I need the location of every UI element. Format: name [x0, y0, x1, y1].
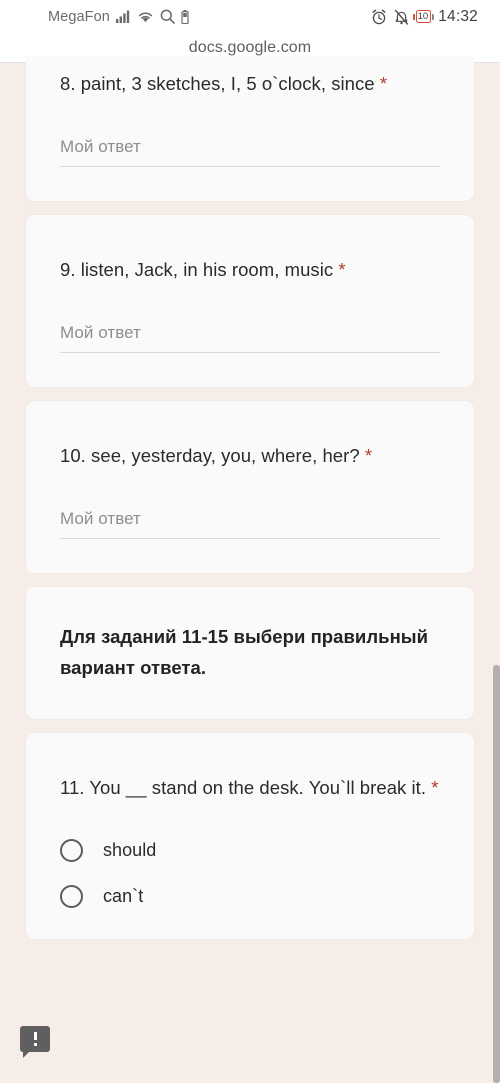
question-card-9: 9. listen, Jack, in his room, music * Мо… [26, 215, 474, 387]
required-marker-11: * [431, 777, 439, 798]
question-text-9: 9. listen, Jack, in his room, music * [60, 255, 440, 285]
question-card-11: 11. You __ stand on the desk. You`ll bre… [26, 733, 474, 939]
phone-screen: MegaFon 10 14:32 docs.google.com 8. pain… [0, 0, 500, 1083]
status-bar-right: 10 14:32 [371, 0, 478, 33]
status-bar-left: MegaFon [48, 9, 189, 25]
question-text-10: 10. see, yesterday, you, where, her? * [60, 441, 440, 471]
question-text-8: 8. paint, 3 sketches, I, 5 o`clock, sinc… [60, 69, 440, 99]
required-marker-9: * [338, 259, 346, 280]
answer-placeholder-10: Мой ответ [60, 509, 141, 528]
radio-option-cant[interactable]: can`t [60, 873, 440, 919]
vertical-scrollbar[interactable] [493, 665, 500, 1083]
instruction-card: Для заданий 11-15 выбери правильный вари… [26, 587, 474, 719]
question-text-11: 11. You __ stand on the desk. You`ll bre… [60, 773, 440, 803]
answer-placeholder-9: Мой ответ [60, 323, 141, 342]
required-marker-10: * [364, 445, 373, 466]
comment-alert-icon[interactable] [20, 1026, 50, 1058]
url-text: docs.google.com [188, 38, 312, 56]
battery-icon [181, 9, 189, 24]
question-label-11: 11. You __ stand on the desk. You`ll bre… [60, 777, 427, 798]
clock-label: 14:32 [438, 7, 478, 25]
answer-input-9[interactable]: Мой ответ [60, 323, 440, 353]
radio-option-label: should [103, 839, 157, 860]
question-label-10: 10. see, yesterday, you, where, her? [60, 445, 360, 466]
question-card-10: 10. see, yesterday, you, where, her? * М… [26, 401, 474, 573]
required-marker-8: * [379, 73, 388, 94]
wifi-icon [138, 12, 153, 23]
radio-option-should[interactable]: should [60, 827, 440, 873]
instruction-text: Для заданий 11-15 выбери правильный вари… [60, 626, 429, 678]
carrier-label: MegaFon [48, 8, 110, 25]
question-label-9: 9. listen, Jack, in his room, music [60, 259, 334, 280]
search-icon [160, 9, 175, 24]
question-card-8: 8. paint, 3 sketches, I, 5 o`clock, sinc… [26, 57, 474, 201]
battery-percent-badge: 10 [413, 10, 434, 23]
answer-input-10[interactable]: Мой ответ [60, 509, 440, 539]
signal-bars-icon [115, 10, 130, 23]
question-label-8: 8. paint, 3 sketches, I, 5 o`clock, sinc… [60, 73, 375, 94]
form-content: 8. paint, 3 sketches, I, 5 o`clock, sinc… [0, 57, 500, 1083]
answer-input-8[interactable]: Мой ответ [60, 137, 440, 167]
answer-placeholder-8: Мой ответ [60, 137, 141, 156]
radio-circle-icon[interactable] [60, 838, 83, 862]
radio-option-label: can`t [103, 885, 144, 906]
alarm-clock-icon [372, 9, 386, 24]
status-bar: MegaFon 10 14:32 [0, 0, 500, 33]
exclamation-glyph [33, 1032, 37, 1046]
radio-circle-icon[interactable] [60, 884, 83, 908]
bell-muted-icon [394, 9, 408, 25]
battery-percent-label: 10 [417, 10, 429, 22]
